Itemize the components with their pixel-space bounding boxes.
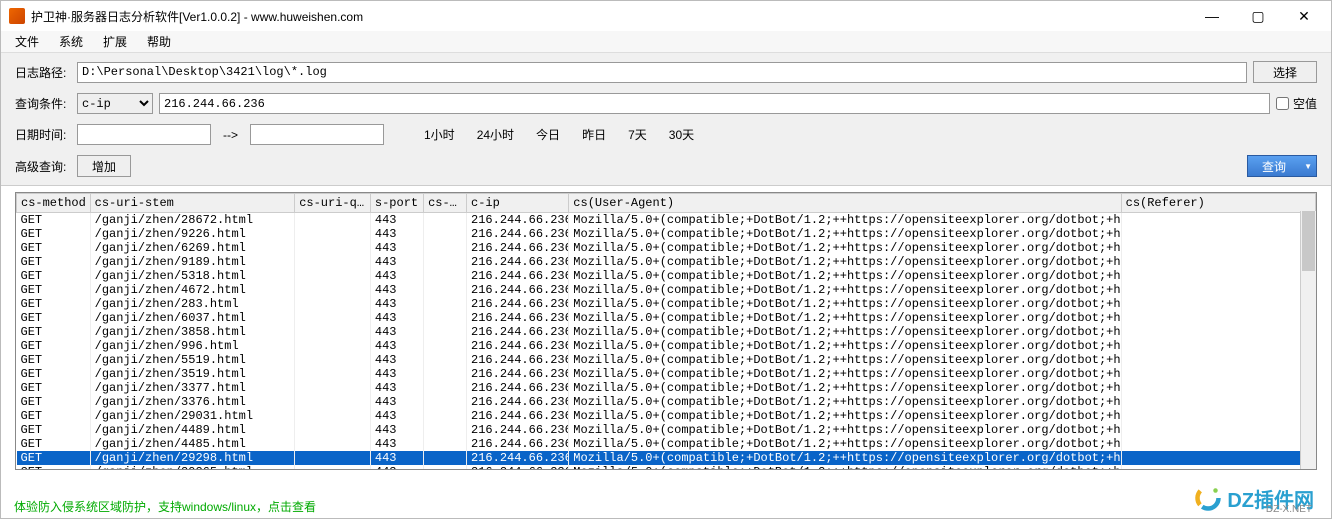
table-row[interactable]: GET/ganji/zhen/996.html443216.244.66.236… [17, 339, 1316, 353]
scroll-thumb[interactable] [1302, 211, 1315, 271]
add-button[interactable]: 增加 [77, 155, 131, 177]
menu-system[interactable]: 系统 [53, 31, 89, 52]
col-csx[interactable]: cs-… [424, 194, 467, 213]
quick-7d[interactable]: 7天 [620, 126, 655, 143]
log-path-input[interactable] [77, 62, 1247, 83]
table-row[interactable]: GET/ganji/zhen/4485.html443216.244.66.23… [17, 437, 1316, 451]
table-row[interactable]: GET/ganji/zhen/3858.html443216.244.66.23… [17, 325, 1316, 339]
scrollbar[interactable] [1300, 211, 1316, 469]
table-row[interactable]: GET/ganji/zhen/3519.html443216.244.66.23… [17, 367, 1316, 381]
table-row[interactable]: GET/ganji/zhen/28672.html443216.244.66.2… [17, 213, 1316, 228]
maximize-button[interactable]: ▢ [1235, 1, 1281, 31]
window-title: 护卫神·服务器日志分析软件[Ver1.0.0.2] - www.huweishe… [31, 8, 1189, 25]
titlebar: 护卫神·服务器日志分析软件[Ver1.0.0.2] - www.huweishe… [1, 1, 1331, 31]
menu-help[interactable]: 帮助 [141, 31, 177, 52]
query-cond-label: 查询条件: [15, 95, 71, 112]
query-button[interactable]: 查询 [1247, 155, 1317, 177]
select-button[interactable]: 选择 [1253, 61, 1317, 83]
table-row[interactable]: GET/ganji/zhen/6037.html443216.244.66.23… [17, 311, 1316, 325]
col-cip[interactable]: c-ip [467, 194, 569, 213]
table-row[interactable]: GET/ganji/zhen/29298.html443216.244.66.2… [17, 451, 1316, 465]
app-icon [9, 8, 25, 24]
table-row[interactable]: GET/ganji/zhen/9226.html443216.244.66.23… [17, 227, 1316, 241]
table-row[interactable]: GET/ganji/zhen/29265.html443216.244.66.2… [17, 465, 1316, 470]
col-port[interactable]: s-port [370, 194, 423, 213]
table-row[interactable]: GET/ganji/zhen/29031.html443216.244.66.2… [17, 409, 1316, 423]
logo-sub: DZ-X.NET [1266, 504, 1312, 515]
menubar: 文件 系统 扩展 帮助 [1, 31, 1331, 53]
table-row[interactable]: GET/ganji/zhen/6269.html443216.244.66.23… [17, 241, 1316, 255]
results-table: cs-methodcs-uri-stemcs-uri-q…s-portcs-…c… [15, 192, 1317, 470]
date-to-input[interactable] [250, 124, 384, 145]
quick-30d[interactable]: 30天 [661, 126, 702, 143]
menu-extend[interactable]: 扩展 [97, 31, 133, 52]
table-row[interactable]: GET/ganji/zhen/4489.html443216.244.66.23… [17, 423, 1316, 437]
close-button[interactable]: ✕ [1281, 1, 1327, 31]
toolbar: 日志路径: 选择 查询条件: c-ip 空值 日期时间: --> 1小时 24小… [1, 53, 1331, 186]
col-ua[interactable]: cs(User-Agent) [569, 194, 1121, 213]
table-row[interactable]: GET/ganji/zhen/4672.html443216.244.66.23… [17, 283, 1316, 297]
watermark-logo: DZ插件网 DZ-X.NET [1193, 483, 1314, 513]
col-uri[interactable]: cs-uri-stem [90, 194, 295, 213]
minimize-button[interactable]: — [1189, 1, 1235, 31]
table-row[interactable]: GET/ganji/zhen/5519.html443216.244.66.23… [17, 353, 1316, 367]
field-select[interactable]: c-ip [77, 93, 153, 114]
col-method[interactable]: cs-method [17, 194, 91, 213]
table-row[interactable]: GET/ganji/zhen/3376.html443216.244.66.23… [17, 395, 1316, 409]
col-ref[interactable]: cs(Referer) [1121, 194, 1315, 213]
table-row[interactable]: GET/ganji/zhen/9189.html443216.244.66.23… [17, 255, 1316, 269]
empty-checkbox[interactable]: 空值 [1276, 95, 1317, 112]
date-from-input[interactable] [77, 124, 211, 145]
log-path-label: 日志路径: [15, 64, 71, 81]
table-row[interactable]: GET/ganji/zhen/5318.html443216.244.66.23… [17, 269, 1316, 283]
quick-1h[interactable]: 1小时 [416, 126, 463, 143]
date-label: 日期时间: [15, 126, 71, 143]
col-uriq[interactable]: cs-uri-q… [295, 194, 371, 213]
quick-yesterday[interactable]: 昨日 [574, 126, 614, 143]
menu-file[interactable]: 文件 [9, 31, 45, 52]
adv-query-label: 高级查询: [15, 158, 71, 175]
quick-24h[interactable]: 24小时 [469, 126, 522, 143]
table-row[interactable]: GET/ganji/zhen/283.html443216.244.66.236… [17, 297, 1316, 311]
query-value-input[interactable] [159, 93, 1270, 114]
empty-label: 空值 [1293, 95, 1317, 112]
quick-today[interactable]: 今日 [528, 126, 568, 143]
empty-checkbox-input[interactable] [1276, 97, 1289, 110]
arrow-icon: --> [217, 128, 244, 142]
table-row[interactable]: GET/ganji/zhen/3377.html443216.244.66.23… [17, 381, 1316, 395]
status-link[interactable]: 体验防入侵系统区域防护，支持windows/linux，点击查看 [14, 498, 316, 515]
